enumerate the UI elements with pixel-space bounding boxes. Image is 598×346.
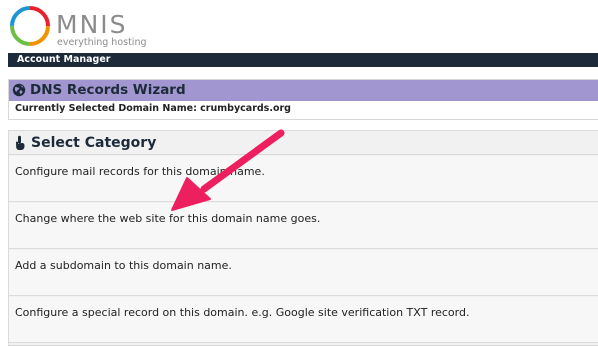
account-manager-label[interactable]: Account Manager [17, 54, 110, 66]
logo-ring-icon [10, 6, 50, 46]
dns-wizard-panel: DNS Records Wizard Currently Selected Do… [8, 79, 598, 120]
category-item-label: Add a subdomain to this domain name. [15, 259, 232, 272]
dns-wizard-title: DNS Records Wizard [30, 82, 186, 98]
select-category-header: Select Category [9, 131, 598, 155]
select-category-panel: Select Category Configure mail records f… [8, 130, 598, 346]
logo-tagline: everything hosting [57, 37, 147, 48]
omnis-logo[interactable]: MNIS everything hosting [8, 4, 148, 50]
category-item-label: Configure mail records for this domain n… [15, 165, 265, 178]
category-item-mail-records[interactable]: Configure mail records for this domain n… [9, 156, 598, 202]
selected-domain-text: Currently Selected Domain Name: crumbyca… [15, 103, 291, 114]
dns-wizard-header: DNS Records Wizard [9, 80, 598, 101]
category-item-label: Configure a special record on this domai… [15, 306, 470, 319]
account-manager-bar: Account Manager [8, 53, 598, 67]
category-item-special-record[interactable]: Configure a special record on this domai… [9, 297, 598, 343]
select-category-title: Select Category [31, 135, 157, 151]
category-item-web-site[interactable]: Change where the web site for this domai… [9, 203, 598, 249]
pointing-hand-icon [16, 135, 25, 150]
logo-wordmark: MNIS [56, 10, 128, 39]
category-item-label: Change where the web site for this domai… [15, 212, 321, 225]
globe-icon [12, 83, 26, 97]
category-item-subdomain[interactable]: Add a subdomain to this domain name. [9, 250, 598, 296]
